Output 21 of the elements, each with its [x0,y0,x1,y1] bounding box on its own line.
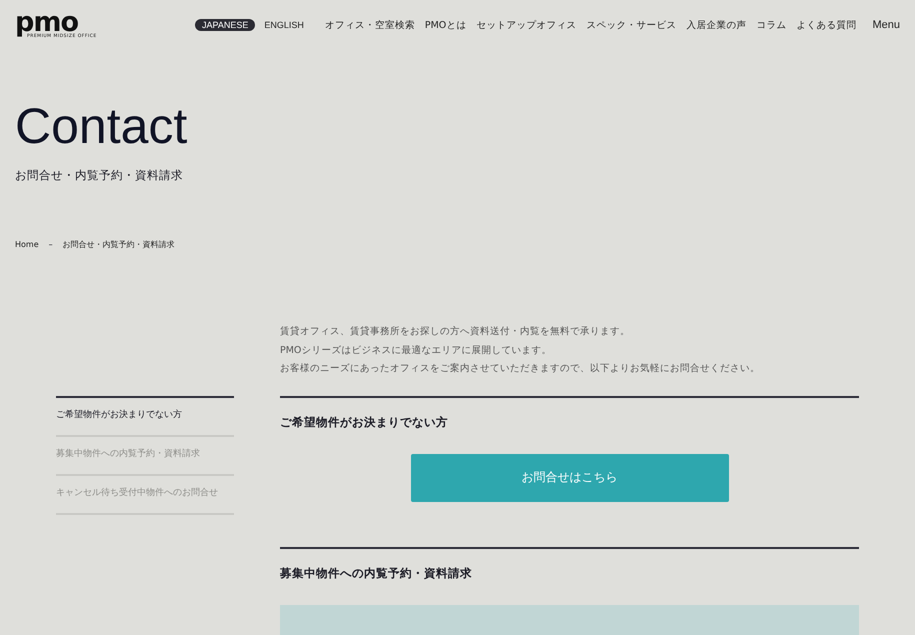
nav-link[interactable]: セットアップオフィス [476,18,576,32]
nav-link[interactable]: オフィス・空室検索 [324,18,415,32]
section-heading: 募集中物件への内覧予約・資料請求 [280,564,473,580]
nav-link[interactable]: 入居企業の声 [686,18,746,32]
breadcrumb-current: お問合せ・内覧予約・資料請求 [62,239,175,250]
breadcrumb-link[interactable]: Home [15,240,39,249]
intro-text: お客様のニーズにあったオフィスをご案内させていただきますので、以下よりお気軽にお問合せください。 [280,363,761,376]
language-toggle[interactable]: ENGLISH [257,19,311,31]
language-toggle[interactable]: JAPANESE [195,19,256,31]
nav-link[interactable]: PMOとは [424,18,466,32]
page-title: Contact [15,97,188,156]
page-subtitle: お問合せ・内覧予約・資料請求 [15,168,184,183]
section-heading: ご希望物件がお決まりでない方 [280,414,449,430]
nav-link[interactable]: スペック・サービス [586,18,676,32]
nav-link[interactable]: よくある質問 [796,18,856,32]
intro-text: 賃貸オフィス、賃貸事務所をお探しの方へ資料送付・内覧を無料で承ります。 [280,326,631,338]
nav-link[interactable]: コラム [756,18,786,32]
side-nav-item[interactable]: ご希望物件がお決まりでない方 [56,398,234,436]
menu-link[interactable]: Menu [872,19,900,31]
breadcrumb-separator: – [48,240,53,249]
intro-text: PMOシリーズはビジネスに最適なエリアに展開しています。 [280,344,552,357]
